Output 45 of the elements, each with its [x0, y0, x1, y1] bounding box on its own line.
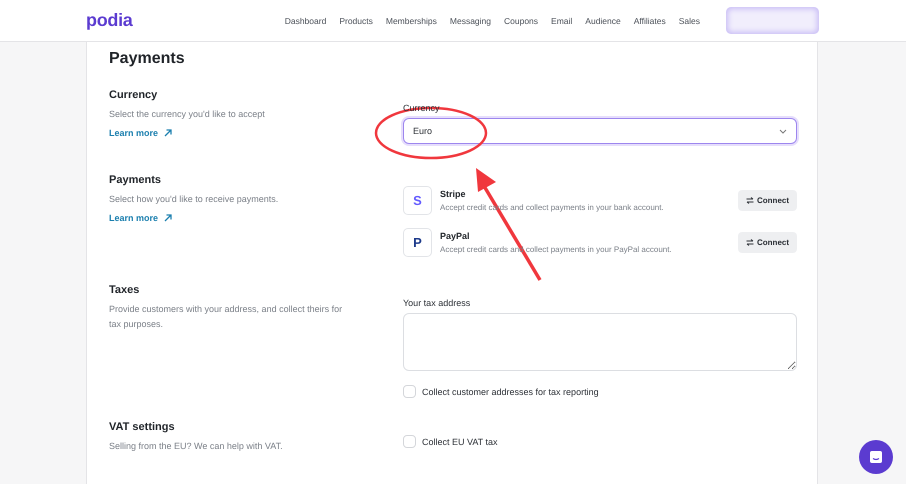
provider-logo: P: [403, 228, 432, 257]
checkbox-label: Collect customer addresses for tax reporting: [422, 386, 599, 396]
blurred-button[interactable]: [726, 7, 819, 34]
address-field[interactable]: [403, 313, 797, 371]
learn-more-link[interactable]: Learn more: [109, 128, 172, 138]
provider-logo: S: [403, 186, 432, 215]
checkbox-box[interactable]: [403, 385, 416, 398]
chat-button[interactable]: [859, 440, 893, 474]
swap-icon: [746, 197, 754, 204]
arrow-icon: [164, 214, 172, 222]
section-title: Taxes: [109, 284, 140, 296]
provider-name: Stripe: [440, 189, 466, 199]
section-title: VAT settings: [109, 421, 175, 433]
checkbox[interactable]: Collect customer addresses for tax reporting: [403, 385, 797, 398]
currency-select[interactable]: Euro: [403, 118, 797, 144]
section-description: Selling from the EU? We can help with VAT.: [109, 440, 283, 453]
checkbox[interactable]: Collect EU VAT tax: [403, 435, 797, 448]
section-description: Select how you'd like to receive payments.: [109, 193, 278, 206]
checkbox-label: Collect EU VAT tax: [422, 436, 498, 446]
nav-link[interactable]: Memberships: [386, 16, 437, 26]
connect-button[interactable]: Connect: [738, 232, 797, 253]
logo[interactable]: podia: [86, 10, 132, 31]
connect-button[interactable]: Connect: [738, 190, 797, 211]
learn-more-link[interactable]: Learn more: [109, 213, 172, 223]
checkbox-box[interactable]: [403, 435, 416, 448]
nav-link[interactable]: Sales: [678, 16, 700, 26]
chevron-down-icon: [779, 128, 787, 134]
nav-link[interactable]: Email: [551, 16, 572, 26]
section-title: Currency: [109, 89, 158, 101]
page-title: Payments: [109, 50, 186, 68]
nav-link[interactable]: Messaging: [450, 16, 491, 26]
section-description: Provide customers with your address, and collect theirs for tax purposes.: [109, 303, 344, 331]
section-description: Select the currency you'd like to accept: [109, 108, 265, 121]
nav-link[interactable]: Audience: [585, 16, 621, 26]
nav-link[interactable]: Affiliates: [634, 16, 666, 26]
field-label: Currency: [403, 103, 440, 113]
arrow-icon: [164, 129, 172, 137]
field-label: Your tax address: [403, 298, 470, 308]
nav-link[interactable]: Dashboard: [284, 16, 326, 26]
nav-link[interactable]: Products: [339, 16, 373, 26]
provider-name: PayPal: [440, 231, 470, 241]
nav-link[interactable]: Coupons: [504, 16, 538, 26]
swap-icon: [746, 239, 754, 246]
section-title: Payments: [109, 174, 161, 186]
chat-icon: [869, 450, 883, 464]
